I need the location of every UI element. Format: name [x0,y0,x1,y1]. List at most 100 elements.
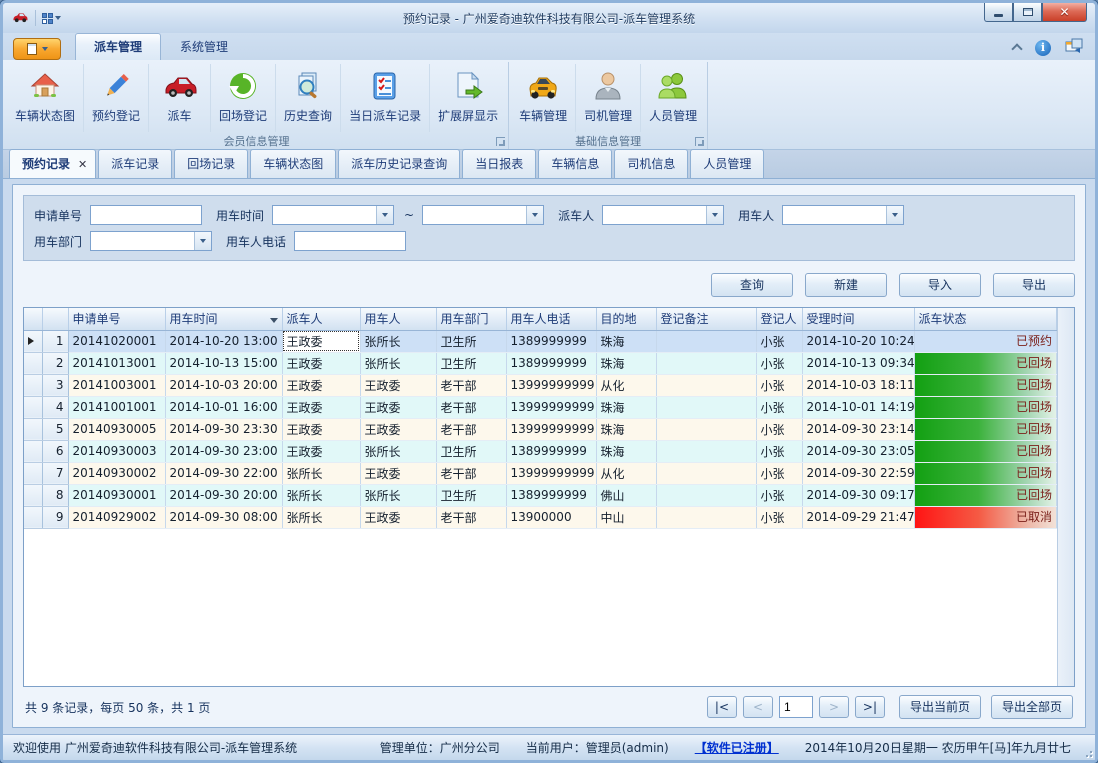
cell-time[interactable]: 2014-10-20 13:00 [165,330,282,352]
table-row[interactable]: 1201410200012014-10-20 13:00王政委张所长卫生所138… [24,330,1057,352]
cell-phone[interactable]: 13999999999 [506,418,596,440]
table-row[interactable]: 5201409300052014-09-30 23:30王政委王政委老干部139… [24,418,1057,440]
column-header-申请单号[interactable]: 申请单号 [68,308,165,330]
filter-combo-用车人[interactable] [782,205,904,225]
cell-dept[interactable]: 卫生所 [436,330,506,352]
cell-phone[interactable]: 13999999999 [506,396,596,418]
page-number-input[interactable] [779,696,813,718]
cell-accept_time[interactable]: 2014-09-30 23:14 [802,418,914,440]
cell-passenger[interactable]: 张所长 [360,352,436,374]
cell-dispatcher[interactable]: 张所长 [282,506,360,528]
cell-note[interactable] [656,484,756,506]
cell-accept_time[interactable]: 2014-09-30 22:59 [802,462,914,484]
ribbon-button-司机管理[interactable]: 司机管理 [576,64,641,132]
action-button-导出[interactable]: 导出 [993,273,1075,297]
cell-order[interactable]: 20141020001 [68,330,165,352]
ribbon-button-扩展屏显示[interactable]: 扩展屏显示 [430,64,506,132]
cell-dest[interactable]: 珠海 [596,396,656,418]
filter-input-申请单号[interactable] [90,205,202,225]
cell-order[interactable]: 20140929002 [68,506,165,528]
column-header-派车状态[interactable]: 派车状态 [914,308,1057,330]
doc-tab-回场记录[interactable]: 回场记录 [174,149,248,178]
close-button[interactable]: ✕ [1042,3,1087,22]
cell-status[interactable]: 已回场 [914,440,1057,462]
table-row[interactable]: 3201410030012014-10-03 20:00王政委王政委老干部139… [24,374,1057,396]
cell-registrar[interactable]: 小张 [756,352,802,374]
ribbon-tab-派车管理[interactable]: 派车管理 [75,33,161,60]
cell-passenger[interactable]: 王政委 [360,506,436,528]
ribbon-button-人员管理[interactable]: 人员管理 [641,64,705,132]
filter-combo-派车人[interactable] [602,205,724,225]
info-icon[interactable]: i [1035,40,1051,56]
cell-passenger[interactable]: 王政委 [360,374,436,396]
cell-dispatcher[interactable]: 王政委 [282,352,360,374]
cell-phone[interactable]: 13999999999 [506,374,596,396]
cell-status[interactable]: 已回场 [914,374,1057,396]
column-header-用车部门[interactable]: 用车部门 [436,308,506,330]
cell-registrar[interactable]: 小张 [756,484,802,506]
cell-status[interactable]: 已回场 [914,484,1057,506]
cell-dispatcher[interactable]: 张所长 [282,484,360,506]
cell-order[interactable]: 20140930001 [68,484,165,506]
action-button-导入[interactable]: 导入 [899,273,981,297]
cell-dept[interactable]: 老干部 [436,374,506,396]
cell-passenger[interactable]: 张所长 [360,330,436,352]
cell-registrar[interactable]: 小张 [756,462,802,484]
ribbon-button-车辆状态图[interactable]: 车辆状态图 [7,64,84,132]
cell-dept[interactable]: 卫生所 [436,352,506,374]
column-header-blank[interactable] [24,308,42,330]
cell-time[interactable]: 2014-09-30 20:00 [165,484,282,506]
column-header-用车人[interactable]: 用车人 [360,308,436,330]
collapse-ribbon-icon[interactable] [1011,43,1022,54]
column-header-blank[interactable] [42,308,68,330]
cell-order[interactable]: 20141013001 [68,352,165,374]
cell-registrar[interactable]: 小张 [756,396,802,418]
cell-dest[interactable]: 从化 [596,462,656,484]
prev-page-button[interactable]: < [743,696,773,718]
cell-accept_time[interactable]: 2014-10-01 14:19 [802,396,914,418]
first-page-button[interactable]: |< [707,696,737,718]
cell-time[interactable]: 2014-10-13 15:00 [165,352,282,374]
cell-note[interactable] [656,396,756,418]
cell-registrar[interactable]: 小张 [756,330,802,352]
column-header-登记备注[interactable]: 登记备注 [656,308,756,330]
cell-time[interactable]: 2014-09-30 22:00 [165,462,282,484]
cell-dept[interactable]: 老干部 [436,462,506,484]
filter-combo-用车时间[interactable] [272,205,394,225]
ribbon-tab-系统管理[interactable]: 系统管理 [161,33,247,60]
cell-order[interactable]: 20140930003 [68,440,165,462]
cell-note[interactable] [656,352,756,374]
chevron-down-icon[interactable] [376,206,393,224]
cell-accept_time[interactable]: 2014-10-03 18:11 [802,374,914,396]
ribbon-button-预约登记[interactable]: 预约登记 [84,64,149,132]
cell-dest[interactable]: 佛山 [596,484,656,506]
cell-passenger[interactable]: 王政委 [360,396,436,418]
cell-status[interactable]: 已回场 [914,396,1057,418]
ribbon-button-回场登记[interactable]: 回场登记 [211,64,276,132]
cell-passenger[interactable]: 张所长 [360,484,436,506]
cell-status[interactable]: 已预约 [914,330,1057,352]
cell-accept_time[interactable]: 2014-09-30 09:17 [802,484,914,506]
table-row[interactable]: 2201410130012014-10-13 15:00王政委张所长卫生所138… [24,352,1057,374]
customize-toolbar-icon[interactable] [42,13,61,24]
cell-dest[interactable]: 中山 [596,506,656,528]
cell-accept_time[interactable]: 2014-09-30 23:05 [802,440,914,462]
cell-status[interactable]: 已回场 [914,462,1057,484]
cell-time[interactable]: 2014-09-30 08:00 [165,506,282,528]
filter-combo-用车时间-结束[interactable] [422,205,544,225]
cell-phone[interactable]: 13999999999 [506,462,596,484]
cell-note[interactable] [656,418,756,440]
cell-dept[interactable]: 卫生所 [436,440,506,462]
table-row[interactable]: 8201409300012014-09-30 20:00张所长张所长卫生所138… [24,484,1057,506]
doc-tab-派车记录[interactable]: 派车记录 [98,149,172,178]
export-all-pages-button[interactable]: 导出全部页 [991,695,1073,719]
cell-accept_time[interactable]: 2014-09-29 21:47 [802,506,914,528]
table-row[interactable]: 4201410010012014-10-01 16:00王政委王政委老干部139… [24,396,1057,418]
cell-dest[interactable]: 珠海 [596,418,656,440]
cell-phone[interactable]: 1389999999 [506,440,596,462]
dialog-launcher-icon[interactable] [695,137,704,146]
cell-dispatcher[interactable]: 王政委 [282,330,360,352]
doc-tab-车辆信息[interactable]: 车辆信息 [538,149,612,178]
cell-dispatcher[interactable]: 张所长 [282,462,360,484]
ribbon-button-车辆管理[interactable]: 车辆管理 [511,64,576,132]
